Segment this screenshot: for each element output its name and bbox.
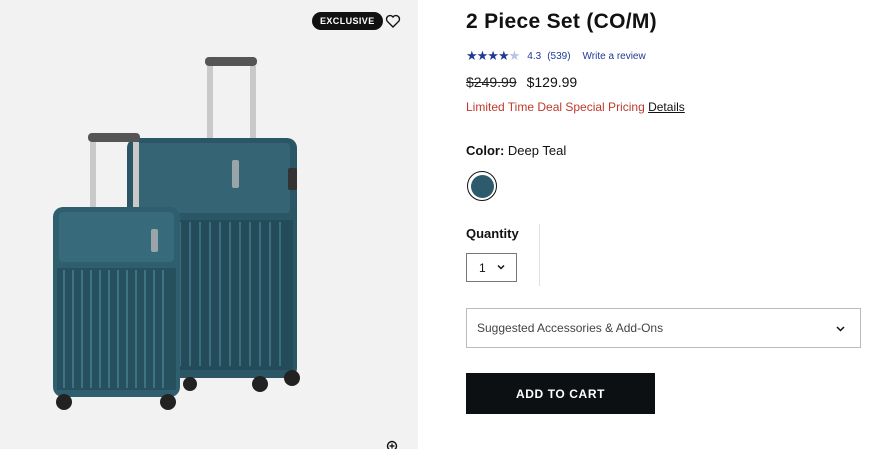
chevron-down-icon [497, 264, 505, 270]
heart-icon[interactable] [385, 13, 401, 29]
color-label-key: Color: [466, 143, 505, 158]
review-count[interactable]: (539) [547, 51, 570, 62]
deal-message: Limited Time Deal Special Pricing Detail… [466, 100, 685, 114]
quantity-divider [539, 224, 540, 286]
color-label: Color: Deep Teal [466, 143, 566, 158]
swatch-fill [470, 174, 494, 198]
add-to-cart-button[interactable]: ADD TO CART [466, 373, 655, 414]
quantity-value: 1 [479, 260, 486, 275]
product-title: 2 Piece Set (CO/M) [466, 10, 657, 33]
deal-text: Limited Time Deal Special Pricing [466, 100, 645, 114]
accessories-dropdown[interactable]: Suggested Accessories & Add-Ons [466, 308, 861, 348]
exclusive-badge: EXCLUSIVE [312, 12, 383, 30]
accessories-label: Suggested Accessories & Add-Ons [477, 321, 664, 335]
star-rating-icon: ★★★★★ [466, 48, 520, 63]
deal-details-link[interactable]: Details [648, 100, 685, 114]
original-price: $249.99 [466, 74, 517, 90]
chevron-down-icon [836, 326, 845, 332]
color-swatch-deep-teal[interactable] [467, 171, 497, 201]
rating-value: 4.3 [527, 50, 542, 62]
zoom-in-icon[interactable] [386, 440, 400, 449]
sale-price: $129.99 [526, 74, 578, 90]
product-details: 2 Piece Set (CO/M) ★★★★★ 4.3 (539) Write… [466, 0, 866, 449]
product-rating[interactable]: ★★★★★ 4.3 (539) Write a review [466, 48, 646, 64]
quantity-select[interactable]: 1 [466, 253, 517, 282]
color-value: Deep Teal [507, 143, 567, 158]
product-image-gallery: EXCLUSIVE [0, 0, 418, 449]
quantity-label: Quantity [466, 226, 519, 241]
write-review-link[interactable]: Write a review [583, 51, 646, 62]
product-image [53, 57, 300, 410]
price-block: $249.99 $129.99 [466, 74, 577, 90]
